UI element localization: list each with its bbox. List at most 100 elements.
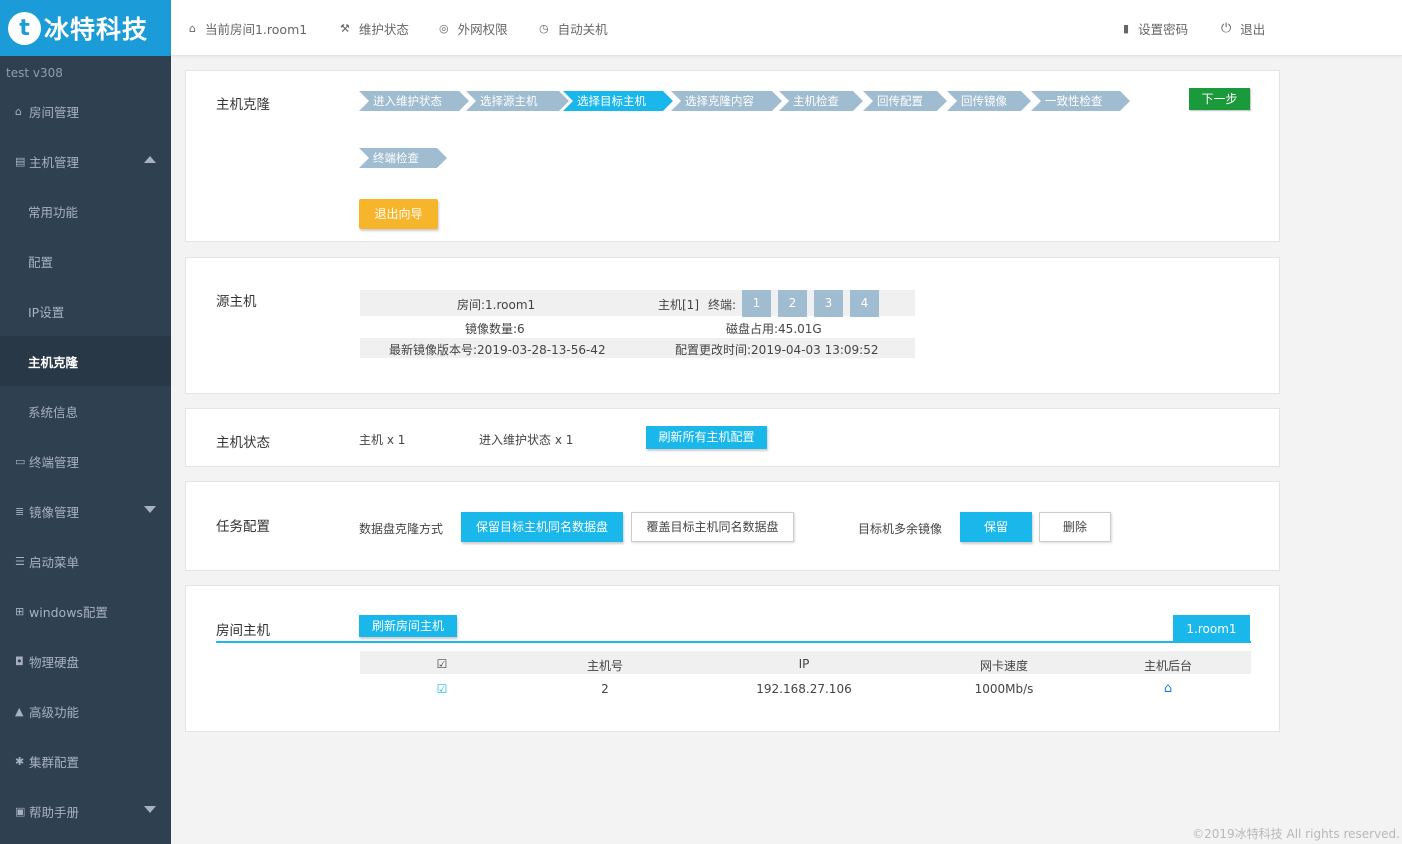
set-password-label: 设置密码 <box>1138 22 1189 37</box>
wizard-step-2[interactable]: 选择源主机 <box>466 91 569 111</box>
next-step-button[interactable]: 下一步 <box>1189 88 1250 110</box>
host-status-panel: 主机状态 主机 x 1 进入维护状态 x 1 刷新所有主机配置 <box>185 408 1280 467</box>
exit-wizard-button[interactable]: 退出向导 <box>359 199 438 229</box>
network-permission-link[interactable]: ◎ 外网权限 <box>439 19 508 38</box>
chevron-down-icon[interactable] <box>144 506 156 513</box>
logo-icon: t <box>8 11 41 45</box>
auto-shutdown-label: 自动关机 <box>557 22 608 37</box>
terminal-button-2[interactable]: 2 <box>778 290 807 317</box>
maintenance-status-link[interactable]: ⚒ 维护状态 <box>340 19 409 38</box>
sidebar-item-label: 集群配置 <box>29 754 80 770</box>
row-checkbox[interactable]: ☑ <box>437 682 448 696</box>
network-permission-label: 外网权限 <box>457 22 508 37</box>
nic-speed: 1000Mb/s <box>974 682 1034 696</box>
wizard-step-1[interactable]: 进入维护状态 <box>359 91 469 111</box>
task-config-title: 任务配置 <box>216 519 270 535</box>
select-all-checkbox[interactable]: ☑ <box>437 657 448 671</box>
sidebar-item-1[interactable]: ▤ 主机管理 <box>0 136 171 186</box>
warning-icon: ▲ <box>15 704 24 718</box>
chevron-down-icon[interactable] <box>144 806 156 813</box>
sidebar-item-label: 终端管理 <box>29 454 80 470</box>
overwrite-disk-button[interactable]: 覆盖目标主机同名数据盘 <box>631 512 794 542</box>
wizard-step-8[interactable]: 一致性检查 <box>1031 91 1130 111</box>
sidebar-item-3[interactable]: 配置 <box>0 236 171 286</box>
logout-link[interactable]: ⏻ 退出 <box>1221 19 1265 38</box>
sidebar-item-6[interactable]: 系统信息 <box>0 386 171 436</box>
host-admin-home-icon[interactable]: ⌂ <box>1164 681 1172 696</box>
sidebar-item-9[interactable]: ☰ 启动菜单 <box>0 536 171 586</box>
wrench-icon: ⚒ <box>340 22 350 35</box>
sidebar-item-4[interactable]: IP设置 <box>0 286 171 336</box>
source-row-3: 最新镜像版本号:2019-03-28-13-56-42 配置更改时间:2019-… <box>360 338 915 358</box>
book-icon: ▣ <box>15 804 26 818</box>
sidebar-item-label: IP设置 <box>28 304 65 320</box>
source-host-title: 源主机 <box>216 294 257 310</box>
database-icon: ≣ <box>15 504 25 518</box>
column-host-no: 主机号 <box>586 659 624 673</box>
source-row-2: 镜像数量:6 磁盘占用:45.01G <box>360 317 915 339</box>
globe-icon: ◎ <box>439 22 449 35</box>
sidebar-item-label: 房间管理 <box>29 104 80 120</box>
top-bar: ⌂ 当前房间1.room1 ⚒ 维护状态 ◎ 外网权限 ◷ 自动关机 ▮ 设置密… <box>171 0 1402 56</box>
refresh-room-hosts-button[interactable]: 刷新房间主机 <box>359 615 457 637</box>
wizard-step-5[interactable]: 主机检查 <box>779 91 863 111</box>
set-password-link[interactable]: ▮ 设置密码 <box>1123 19 1188 38</box>
delete-image-button[interactable]: 删除 <box>1039 512 1111 542</box>
terminal-button-4[interactable]: 4 <box>850 290 879 317</box>
config-changed-time: 配置更改时间:2019-04-03 13:09:52 <box>675 343 879 357</box>
sidebar-item-7[interactable]: ▭ 终端管理 <box>0 436 171 486</box>
table-header: ☑ 主机号 IP 网卡速度 主机后台 <box>360 651 1251 674</box>
logout-label: 退出 <box>1240 22 1266 37</box>
sidebar-item-13[interactable]: ✱ 集群配置 <box>0 736 171 786</box>
lock-icon: ▮ <box>1123 22 1130 35</box>
host-status-title: 主机状态 <box>216 435 270 451</box>
sidebar-nav: ⌂ 房间管理 ▤ 主机管理 常用功能 配置 IP设置 主机克隆 系统信息 ▭ 终端管理 ≣ 镜像管理 ☰ 启… <box>0 86 171 836</box>
sidebar-item-2[interactable]: 常用功能 <box>0 186 171 236</box>
terminal-button-3[interactable]: 3 <box>814 290 843 317</box>
sidebar-item-label: 主机克隆 <box>28 354 79 370</box>
image-count: 镜像数量:6 <box>465 322 525 336</box>
tab-underline <box>216 641 1251 643</box>
source-host-panel: 源主机 房间:1.room1 主机[1] 终端: 1234 镜像数量:6 磁盘占… <box>185 257 1280 394</box>
clone-wizard-panel: 主机克隆 进入维护状态 选择源主机 选择目标主机 选择克隆内容 主机检查 回传配置 回传镜像… <box>185 70 1280 242</box>
clock-icon: ◷ <box>539 22 549 35</box>
power-icon: ⏻ <box>1221 21 1232 36</box>
source-row-1: 房间:1.room1 主机[1] 终端: 1234 <box>360 290 915 317</box>
terminal-button-1[interactable]: 1 <box>742 290 771 317</box>
chevron-up-icon[interactable] <box>144 156 156 163</box>
auto-shutdown-link[interactable]: ◷ 自动关机 <box>539 19 608 38</box>
sidebar-item-14[interactable]: ▣ 帮助手册 <box>0 786 171 836</box>
room-tab[interactable]: 1.room1 <box>1173 615 1250 643</box>
latest-image-version: 最新镜像版本号:2019-03-28-13-56-42 <box>389 343 606 357</box>
wizard-step-6[interactable]: 回传配置 <box>863 91 947 111</box>
version-label: test v308 <box>6 66 63 80</box>
wizard-step-9[interactable]: 终端检查 <box>359 148 447 168</box>
sidebar-item-label: 帮助手册 <box>29 804 80 820</box>
room-hosts-title: 房间主机 <box>216 623 270 639</box>
sidebar-item-label: windows配置 <box>29 604 108 620</box>
logo[interactable]: t 冰特科技 <box>0 0 171 56</box>
column-nic-speed: 网卡速度 <box>979 659 1029 673</box>
sidebar-item-10[interactable]: ⊞ windows配置 <box>0 586 171 636</box>
column-host-admin: 主机后台 <box>1143 659 1193 673</box>
sidebar-item-11[interactable]: ◘ 物理硬盘 <box>0 636 171 686</box>
keep-image-button[interactable]: 保留 <box>960 512 1032 542</box>
wizard-step-4[interactable]: 选择克隆内容 <box>671 91 782 111</box>
wizard-step-3[interactable]: 选择目标主机 <box>563 91 673 111</box>
sidebar-item-0[interactable]: ⌂ 房间管理 <box>0 86 171 136</box>
footer-copyright: ©2019冰特科技 All rights reserved. <box>1192 827 1400 841</box>
monitor-icon: ▭ <box>15 454 26 468</box>
wizard-step-7[interactable]: 回传镜像 <box>947 91 1031 111</box>
keep-disk-button[interactable]: 保留目标主机同名数据盘 <box>461 512 623 542</box>
current-room-label: 当前房间1.room1 <box>204 22 308 37</box>
brand-name: 冰特科技 <box>44 15 149 44</box>
source-room: 房间:1.room1 <box>457 298 536 312</box>
windows-icon: ⊞ <box>15 604 25 618</box>
sidebar-item-12[interactable]: ▲ 高级功能 <box>0 686 171 736</box>
refresh-all-config-button[interactable]: 刷新所有主机配置 <box>646 426 767 449</box>
list-icon: ☰ <box>15 554 25 568</box>
sidebar-item-8[interactable]: ≣ 镜像管理 <box>0 486 171 536</box>
current-room-link[interactable]: ⌂ 当前房间1.room1 <box>189 19 307 38</box>
sidebar-item-5[interactable]: 主机克隆 <box>0 336 171 386</box>
disk-mode-label: 数据盘克隆方式 <box>359 522 444 536</box>
